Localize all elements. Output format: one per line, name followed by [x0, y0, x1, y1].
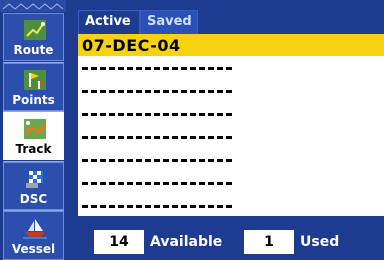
list-item-empty[interactable] — [78, 126, 384, 148]
sidebar-item-label: Route — [13, 43, 54, 57]
sidebar-item-track[interactable]: Track — [3, 112, 64, 160]
list-item-empty[interactable] — [78, 57, 384, 79]
status-bar: 14 Available 1 Used — [66, 222, 384, 260]
sidebar-scroll-indicator[interactable] — [0, 0, 66, 12]
route-icon — [24, 20, 46, 40]
sidebar-item-route[interactable]: Route — [3, 13, 64, 61]
used-count: 1 — [244, 230, 294, 254]
sidebar-item-label: Track — [15, 142, 52, 156]
sidebar-item-points[interactable]: Points — [3, 63, 64, 111]
sidebar-item-label: DSC — [19, 192, 48, 206]
vessel-icon — [23, 219, 47, 239]
available-label: Available — [150, 234, 223, 250]
sidebar-item-label: Vessel — [11, 242, 56, 256]
tab-saved[interactable]: Saved — [140, 10, 198, 34]
list-item-empty[interactable] — [78, 149, 384, 171]
list-item-empty[interactable] — [78, 103, 384, 125]
sidebar-item-dsc[interactable]: DSC — [3, 162, 64, 210]
used-label: Used — [300, 234, 340, 250]
track-icon — [24, 119, 46, 139]
track-name: 07-DEC-04 — [82, 36, 181, 55]
list-item-empty[interactable] — [78, 172, 384, 194]
main-panel: Active Saved 07-DEC-04 14 Available 1 Us… — [66, 0, 384, 260]
sidebar: Route Points Track DSC Vessel — [0, 0, 66, 260]
list-item-empty[interactable] — [78, 80, 384, 102]
sidebar-item-vessel[interactable]: Vessel — [3, 211, 64, 260]
tab-active[interactable]: Active — [78, 10, 140, 34]
dsc-icon — [26, 171, 43, 188]
list-item-selected[interactable]: 07-DEC-04 — [78, 34, 384, 56]
track-list: 07-DEC-04 — [78, 34, 384, 216]
sidebar-item-label: Points — [12, 93, 55, 107]
list-item-empty[interactable] — [78, 195, 384, 217]
points-icon — [24, 70, 46, 90]
available-count: 14 — [94, 230, 144, 254]
